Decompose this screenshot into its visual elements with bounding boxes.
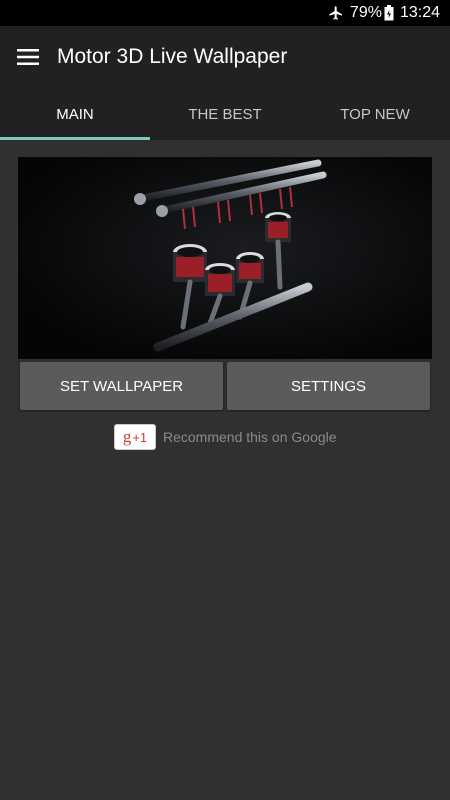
status-bar: 79% 13:24 (0, 0, 450, 26)
gplus-plus-one: +1 (132, 429, 148, 445)
clock: 13:24 (399, 4, 440, 21)
settings-button[interactable]: SETTINGS (227, 362, 430, 410)
set-wallpaper-button[interactable]: SET WALLPAPER (20, 362, 223, 410)
tab-main[interactable]: MAIN (0, 88, 150, 140)
hamburger-menu-icon[interactable] (0, 26, 56, 88)
engine-preview-image (18, 157, 432, 359)
battery-percent: 79% (349, 4, 382, 21)
battery-icon (384, 5, 394, 21)
gplus-g: g (122, 427, 132, 446)
tab-the-best[interactable]: THE BEST (150, 88, 300, 140)
google-plus-one-icon[interactable]: g +1 (114, 424, 156, 450)
tab-bar: MAIN THE BEST TOP NEW (0, 88, 450, 140)
google-plus-recommend[interactable]: g +1 Recommend this on Google (114, 424, 337, 450)
airplane-icon (328, 5, 344, 21)
app-bar: Motor 3D Live Wallpaper (0, 26, 450, 88)
recommend-text: Recommend this on Google (163, 429, 337, 445)
wallpaper-preview[interactable] (18, 157, 432, 359)
app-title: Motor 3D Live Wallpaper (57, 45, 288, 68)
tab-top-new[interactable]: TOP NEW (300, 88, 450, 140)
